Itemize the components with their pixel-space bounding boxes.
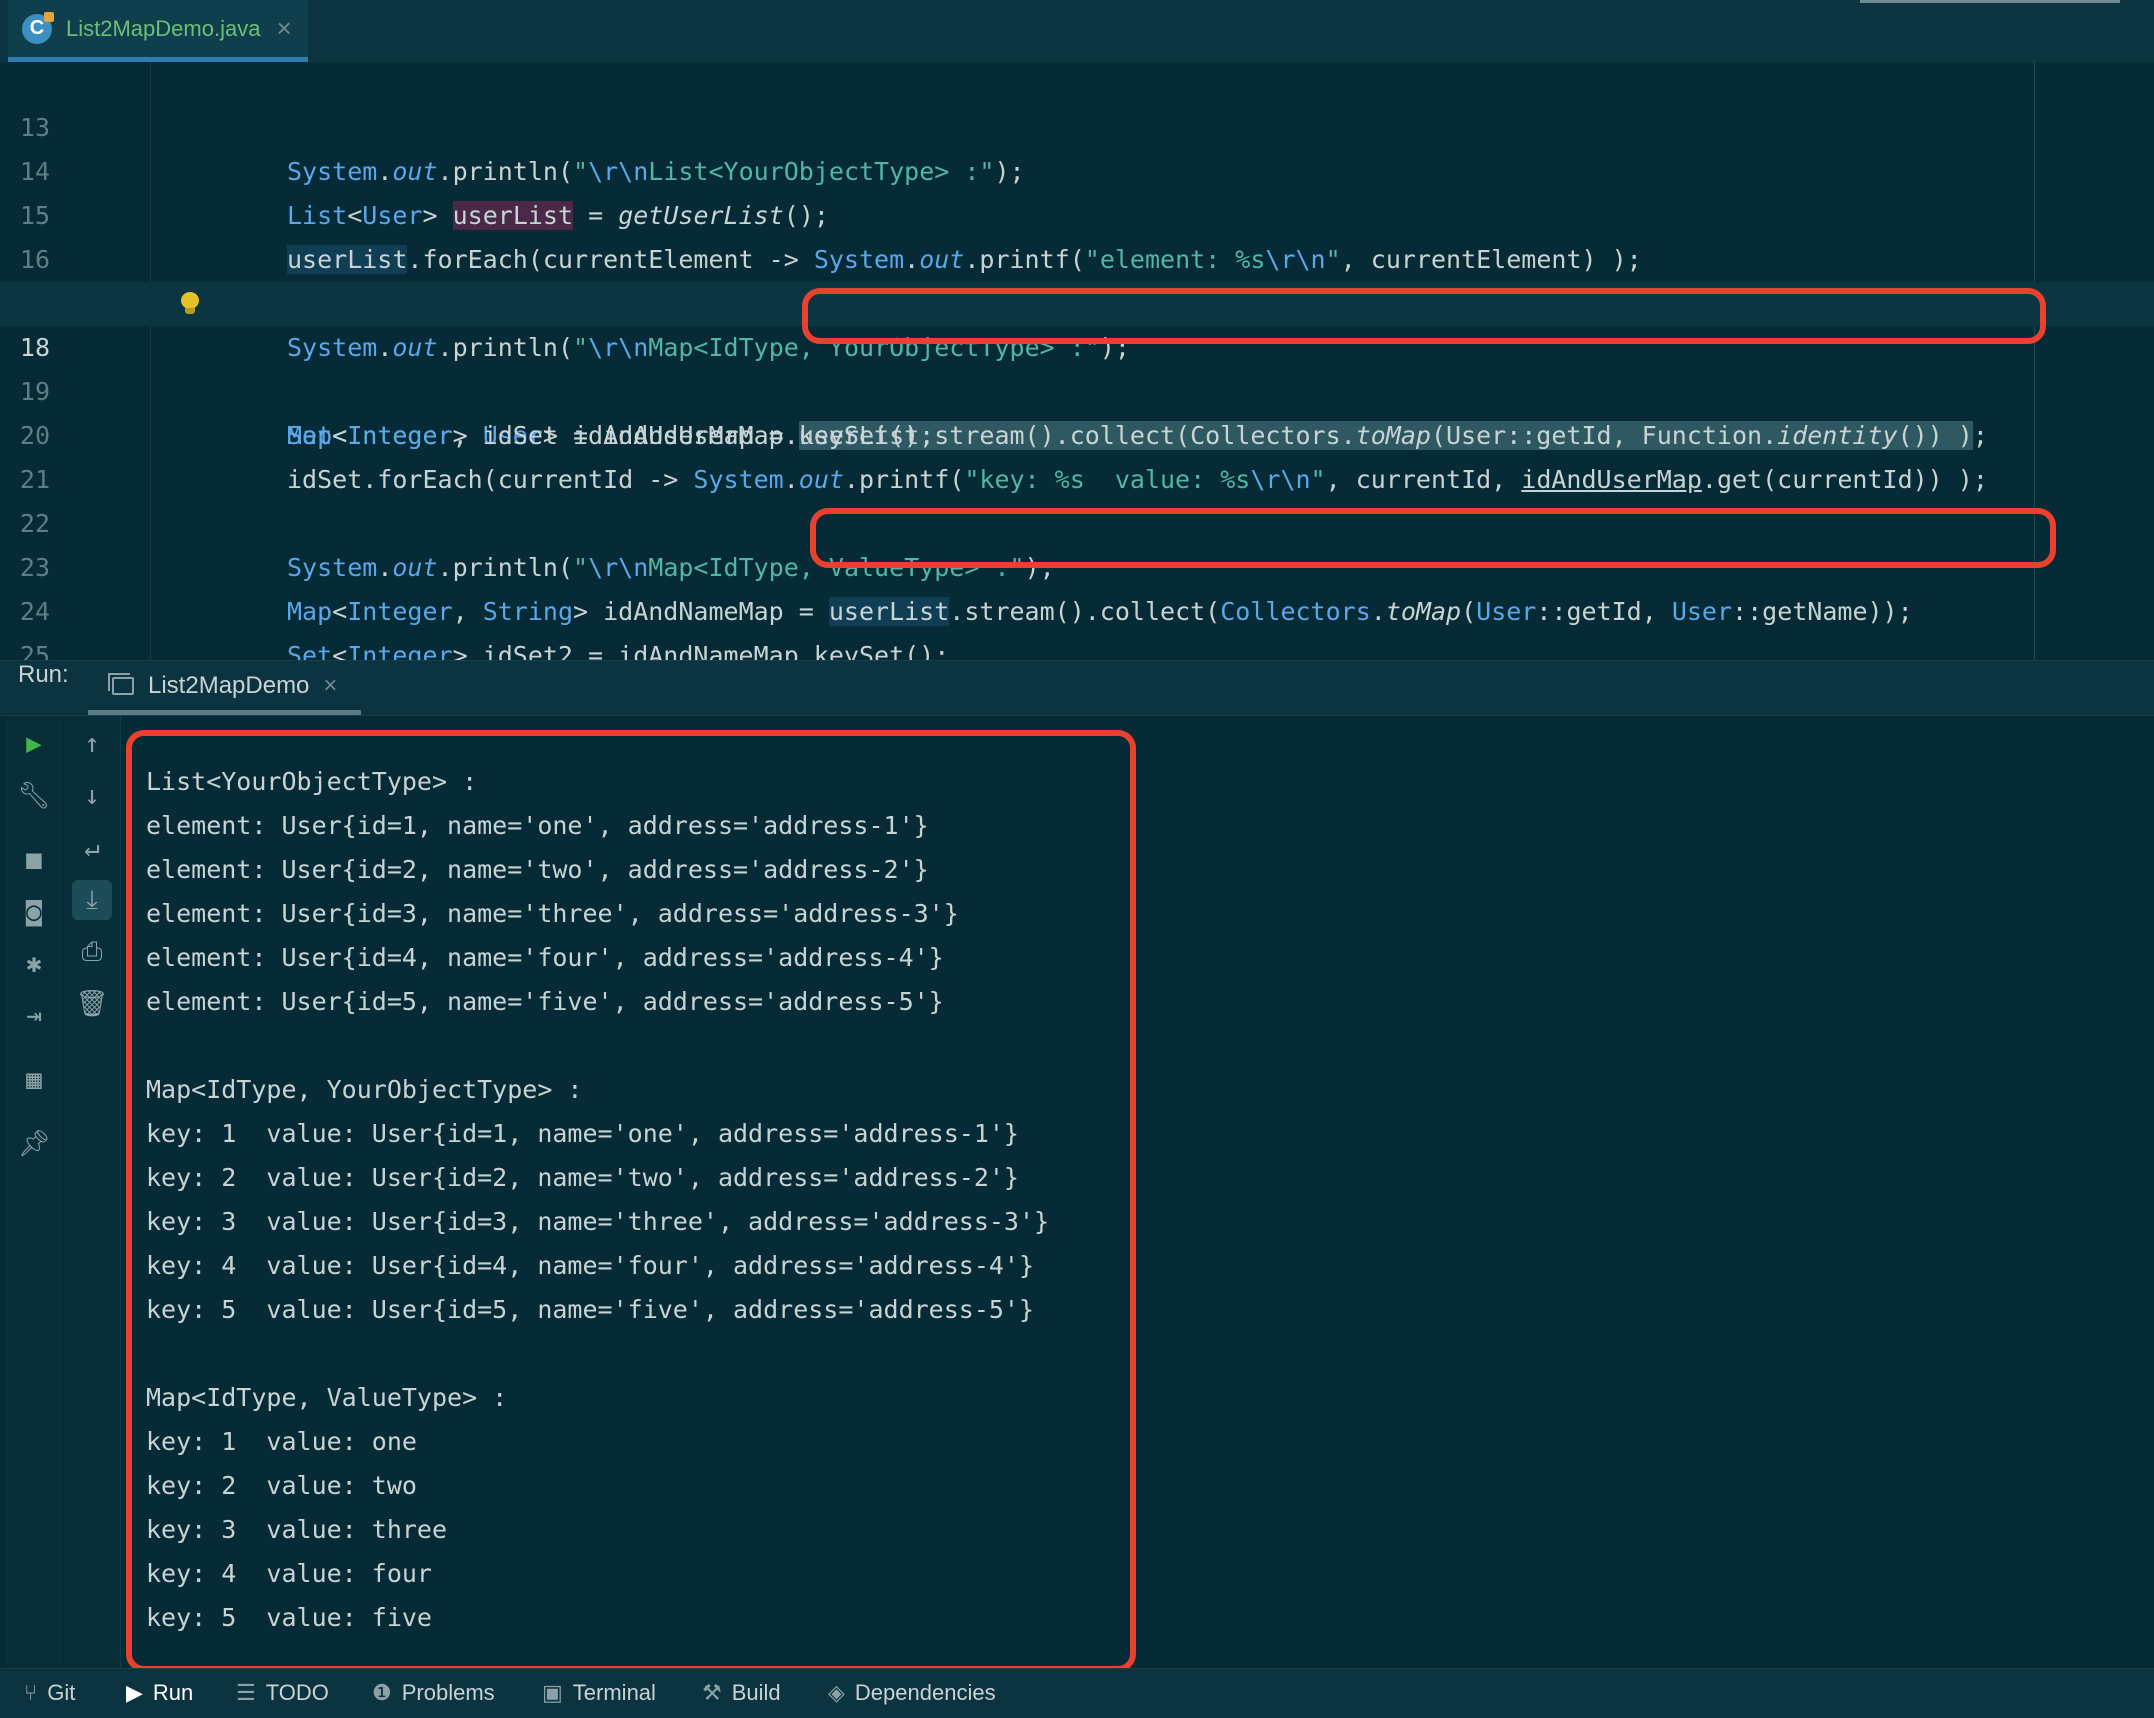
console-output[interactable]: List<YourObjectType> : element: User{id=… <box>146 760 1049 1640</box>
console-line: key: 2 value: User{id=2, name='two', add… <box>146 1163 1019 1192</box>
arrow-down-icon[interactable]: ↓ <box>72 776 112 816</box>
line-number: 25 <box>19 641 50 660</box>
run-tool-button[interactable]: ▶ Run <box>126 1669 193 1717</box>
run-icon: ▶ <box>126 1680 143 1705</box>
console-line: List<YourObjectType> : <box>146 767 478 796</box>
arrow-up-icon[interactable]: ↑ <box>72 724 112 764</box>
code-line[interactable]: 16 <box>0 194 2154 274</box>
close-icon[interactable]: × <box>323 672 337 700</box>
editor-tab-bar: C List2MapDemo.java × <box>0 0 2154 62</box>
console-line: key: 4 value: four <box>146 1559 432 1588</box>
terminal-tool-button[interactable]: ▣ Terminal <box>542 1669 656 1717</box>
todo-label: TODO <box>265 1680 329 1705</box>
git-branch-icon: ⑂ <box>24 1680 38 1705</box>
file-tab-label: List2MapDemo.java <box>66 15 261 41</box>
code-line[interactable]: 17 System.out.println("\r\nMap<IdType, Y… <box>0 238 2154 362</box>
dependencies-tool-button[interactable]: ◈ Dependencies <box>828 1669 996 1717</box>
run-tool-window-header: Run: List2MapDemo × <box>0 660 2154 716</box>
code-line[interactable]: 22 System.out.println("\r\nMap<IdType, V… <box>0 458 2154 582</box>
wrench-icon[interactable]: 🔧︎ <box>14 776 54 816</box>
horizontal-scrollbar[interactable] <box>1860 0 2120 3</box>
scroll-to-end-icon[interactable]: ⤓ <box>72 880 112 920</box>
terminal-label: Terminal <box>572 1680 656 1705</box>
problems-tool-button[interactable]: ❶ Problems <box>372 1669 495 1717</box>
camera-icon[interactable]: ◙ <box>14 892 54 932</box>
console-line: key: 3 value: three <box>146 1515 448 1544</box>
hammer-icon: ⚒ <box>702 1680 722 1705</box>
console-line: Map<IdType, YourObjectType> : <box>146 1075 583 1104</box>
console-line: key: 2 value: two <box>146 1471 417 1500</box>
run-toolbar-secondary: ↑ ↓ ↵ ⤓ ⎙ 🗑︎ <box>64 716 121 1668</box>
console-line: element: User{id=1, name='one', address=… <box>146 811 929 840</box>
list-icon: ☰ <box>236 1680 256 1705</box>
todo-tool-button[interactable]: ☰ TODO <box>236 1669 329 1717</box>
run-icon[interactable]: ▶ <box>14 724 54 764</box>
code-line[interactable]: 25 idSet2.forEach(currentId -> System.ou… <box>0 590 2154 660</box>
code-line[interactable]: 14 List<User> userList = getUserList(); <box>0 106 2154 230</box>
code-line[interactable]: 19 Set<Integer> idSet = idAndUserMap.key… <box>0 326 2154 450</box>
console-line: element: User{id=5, name='five', address… <box>146 987 944 1016</box>
problems-icon: ❶ <box>372 1680 392 1705</box>
file-tab[interactable]: C List2MapDemo.java × <box>8 0 308 62</box>
close-icon[interactable]: × <box>276 13 291 44</box>
lightbulb-icon[interactable] <box>180 292 200 314</box>
problems-label: Problems <box>401 1680 495 1705</box>
layout-icon[interactable]: ▦ <box>14 1060 54 1100</box>
code-line[interactable]: 23 Map<Integer, String> idAndNameMap = u… <box>0 502 2154 626</box>
console-line: element: User{id=3, name='three', addres… <box>146 899 959 928</box>
console-line: key: 1 value: one <box>146 1427 417 1456</box>
git-tool-button[interactable]: ⑂ Git <box>24 1669 75 1717</box>
console-line: key: 1 value: User{id=1, name='one', add… <box>146 1119 1019 1148</box>
console-line: element: User{id=4, name='four', address… <box>146 943 944 972</box>
code-text: Set<Integer> idSet2 = idAndNameMap.keySe… <box>287 641 950 660</box>
run-toolbar-primary: ▶ 🔧︎ ■ ◙ ✱ ⇥ ▦ 📌︎ <box>6 716 62 1668</box>
login-icon[interactable]: ⇥ <box>14 996 54 1036</box>
console-line: key: 5 value: five <box>146 1603 432 1632</box>
java-class-icon: C <box>22 11 54 44</box>
trash-icon[interactable]: 🗑︎ <box>72 984 112 1024</box>
run-title: Run: <box>18 661 69 688</box>
layers-icon: ◈ <box>828 1680 845 1705</box>
console-icon <box>108 672 134 695</box>
code-line[interactable]: 15 userList.forEach(currentElement -> Sy… <box>0 150 2154 274</box>
code-line[interactable]: 24 Set<Integer> idSet2 = idAndNameMap.ke… <box>0 546 2154 660</box>
console-line: key: 5 value: User{id=5, name='five', ad… <box>146 1295 1035 1324</box>
code-line[interactable]: 20 idSet.forEach(currentId -> System.out… <box>0 370 2154 494</box>
code-line[interactable]: 21 <box>0 414 2154 494</box>
build-tool-button[interactable]: ⚒ Build <box>702 1669 781 1717</box>
debug-icon[interactable]: ✱ <box>14 944 54 984</box>
tool-window-bar: ⑂ Git ▶ Run ☰ TODO ❶ Problems ▣ Terminal… <box>0 1668 2154 1718</box>
soft-wrap-icon[interactable]: ↵ <box>72 828 112 868</box>
stop-icon[interactable]: ■ <box>14 840 54 880</box>
run-label: Run <box>152 1680 194 1705</box>
print-icon[interactable]: ⎙ <box>72 932 112 972</box>
run-tab-label: List2MapDemo <box>148 671 310 699</box>
code-editor[interactable]: 13 System.out.println("\r\nList<YourObje… <box>0 62 2154 660</box>
terminal-icon: ▣ <box>542 1680 563 1705</box>
console-line: key: 3 value: User{id=3, name='three', a… <box>146 1207 1050 1236</box>
git-label: Git <box>47 1680 76 1705</box>
console-line: element: User{id=2, name='two', address=… <box>146 855 929 884</box>
console-line: Map<IdType, ValueType> : <box>146 1383 508 1412</box>
pin-icon[interactable]: 📌︎ <box>14 1124 54 1164</box>
dependencies-label: Dependencies <box>854 1680 996 1705</box>
code-line[interactable]: 13 System.out.println("\r\nList<YourObje… <box>0 62 2154 186</box>
console-line: key: 4 value: User{id=4, name='four', ad… <box>146 1251 1035 1280</box>
build-label: Build <box>731 1680 781 1705</box>
code-line-current[interactable]: 18 Map<Integer, User> idAndUserMap = use… <box>0 282 2154 450</box>
run-config-tab[interactable]: List2MapDemo × <box>88 661 362 715</box>
